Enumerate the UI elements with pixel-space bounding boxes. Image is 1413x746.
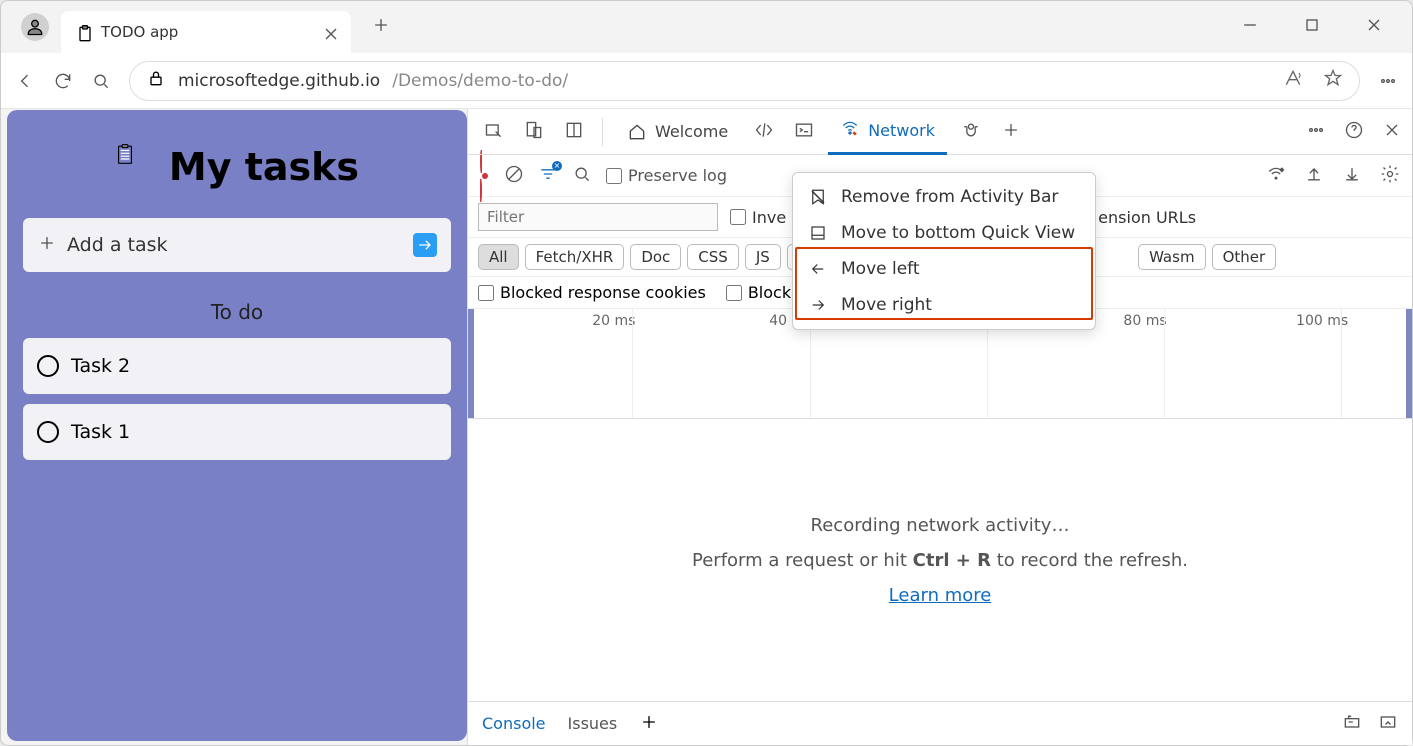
search-button[interactable]: [91, 71, 111, 91]
learn-more-link[interactable]: Learn more: [889, 585, 992, 606]
add-task-placeholder: Add a task: [67, 234, 168, 256]
search-icon[interactable]: [572, 164, 592, 188]
filter-pill[interactable]: Doc: [630, 244, 681, 270]
more-tools-icon[interactable]: [1306, 120, 1326, 144]
address-bar: microsoftedge.github.io/Demos/demo-to-do…: [1, 53, 1412, 109]
profile-avatar[interactable]: [21, 13, 49, 41]
browser-tab[interactable]: TODO app: [61, 11, 351, 53]
lock-icon: [146, 68, 166, 93]
more-button[interactable]: [1378, 71, 1398, 91]
context-menu: Remove from Activity Bar Move to bottom …: [792, 172, 1096, 330]
url-host: microsoftedge.github.io: [178, 71, 380, 91]
minimize-button[interactable]: [1240, 15, 1260, 39]
blocked-cookies-checkbox[interactable]: Blocked response cookies: [478, 283, 706, 302]
dock-icon[interactable]: [558, 114, 590, 150]
drawer-icon-1[interactable]: [1342, 712, 1362, 736]
clipboard-icon: [75, 24, 91, 40]
sources-tab-icon[interactable]: [955, 114, 987, 150]
record-button[interactable]: [480, 152, 490, 200]
filter-toggle[interactable]: ×: [538, 164, 558, 188]
invert-checkbox[interactable]: Inve: [730, 208, 786, 227]
elements-tab-icon[interactable]: [748, 114, 780, 150]
help-icon[interactable]: [1344, 120, 1364, 144]
plus-icon: [37, 233, 57, 258]
settings-icon[interactable]: [1380, 164, 1400, 188]
blocked-requests-checkbox[interactable]: Block: [726, 283, 791, 302]
todo-app: My tasks Add a task To do Task 2 Task 1: [7, 110, 467, 741]
tab-title: TODO app: [101, 23, 311, 41]
add-drawer-tab[interactable]: [639, 712, 659, 736]
preserve-log-checkbox[interactable]: Preserve log: [606, 166, 727, 185]
tab-welcome[interactable]: Welcome: [615, 109, 740, 155]
export-icon[interactable]: [1342, 164, 1362, 188]
extension-urls-label: ension URLs: [1098, 208, 1196, 227]
section-title: To do: [23, 300, 451, 324]
filter-pill-all[interactable]: All: [478, 244, 519, 270]
drawer-icon-2[interactable]: [1378, 712, 1398, 736]
clear-button[interactable]: [504, 164, 524, 188]
read-aloud-icon[interactable]: [1283, 68, 1303, 93]
menu-move-right[interactable]: Move right: [793, 287, 1095, 323]
console-tab-icon[interactable]: [788, 114, 820, 150]
favorite-icon[interactable]: [1323, 68, 1343, 93]
maximize-button[interactable]: [1302, 15, 1322, 39]
menu-move-left[interactable]: Move left: [793, 251, 1095, 287]
task-item[interactable]: Task 2: [23, 338, 451, 394]
import-icon[interactable]: [1304, 164, 1324, 188]
close-tab-button[interactable]: [321, 24, 337, 40]
recording-message: Recording network activity… Perform a re…: [468, 419, 1412, 701]
throttling-icon[interactable]: [1266, 164, 1286, 188]
task-label: Task 1: [71, 421, 130, 443]
reload-button[interactable]: [53, 71, 73, 91]
menu-remove-activity-bar[interactable]: Remove from Activity Bar: [793, 179, 1095, 215]
inspect-element-icon[interactable]: [478, 114, 510, 150]
url-input[interactable]: microsoftedge.github.io/Demos/demo-to-do…: [129, 61, 1360, 101]
tab-network[interactable]: Network: [828, 109, 947, 155]
close-window-button[interactable]: [1364, 15, 1384, 39]
back-button[interactable]: [15, 71, 35, 91]
add-tab-icon[interactable]: [995, 114, 1027, 150]
new-tab-button[interactable]: [371, 15, 391, 39]
devtools-tabstrip: Welcome Network: [468, 109, 1412, 155]
task-label: Task 2: [71, 355, 130, 377]
filter-input[interactable]: [478, 203, 718, 231]
task-checkbox[interactable]: [37, 421, 59, 443]
filter-pill[interactable]: CSS: [687, 244, 739, 270]
add-task-input[interactable]: Add a task: [23, 218, 451, 272]
devtools-drawer: Console Issues: [468, 701, 1412, 745]
app-title: My tasks: [169, 145, 359, 189]
browser-titlebar: TODO app: [1, 1, 1412, 53]
filter-pill[interactable]: Other: [1212, 244, 1277, 270]
close-devtools-icon[interactable]: [1382, 120, 1402, 144]
task-item[interactable]: Task 1: [23, 404, 451, 460]
filter-pill[interactable]: Wasm: [1138, 244, 1206, 270]
filter-pill[interactable]: Fetch/XHR: [525, 244, 625, 270]
window-controls: [1240, 15, 1404, 39]
drawer-tab-issues[interactable]: Issues: [568, 714, 618, 733]
device-toggle-icon[interactable]: [518, 114, 550, 150]
menu-move-bottom[interactable]: Move to bottom Quick View: [793, 215, 1095, 251]
task-checkbox[interactable]: [37, 355, 59, 377]
drawer-tab-console[interactable]: Console: [482, 714, 546, 733]
clipboard-icon: [115, 144, 155, 190]
url-path: /Demos/demo-to-do/: [392, 71, 568, 91]
filter-pill[interactable]: JS: [745, 244, 781, 270]
submit-task-button[interactable]: [413, 233, 437, 257]
